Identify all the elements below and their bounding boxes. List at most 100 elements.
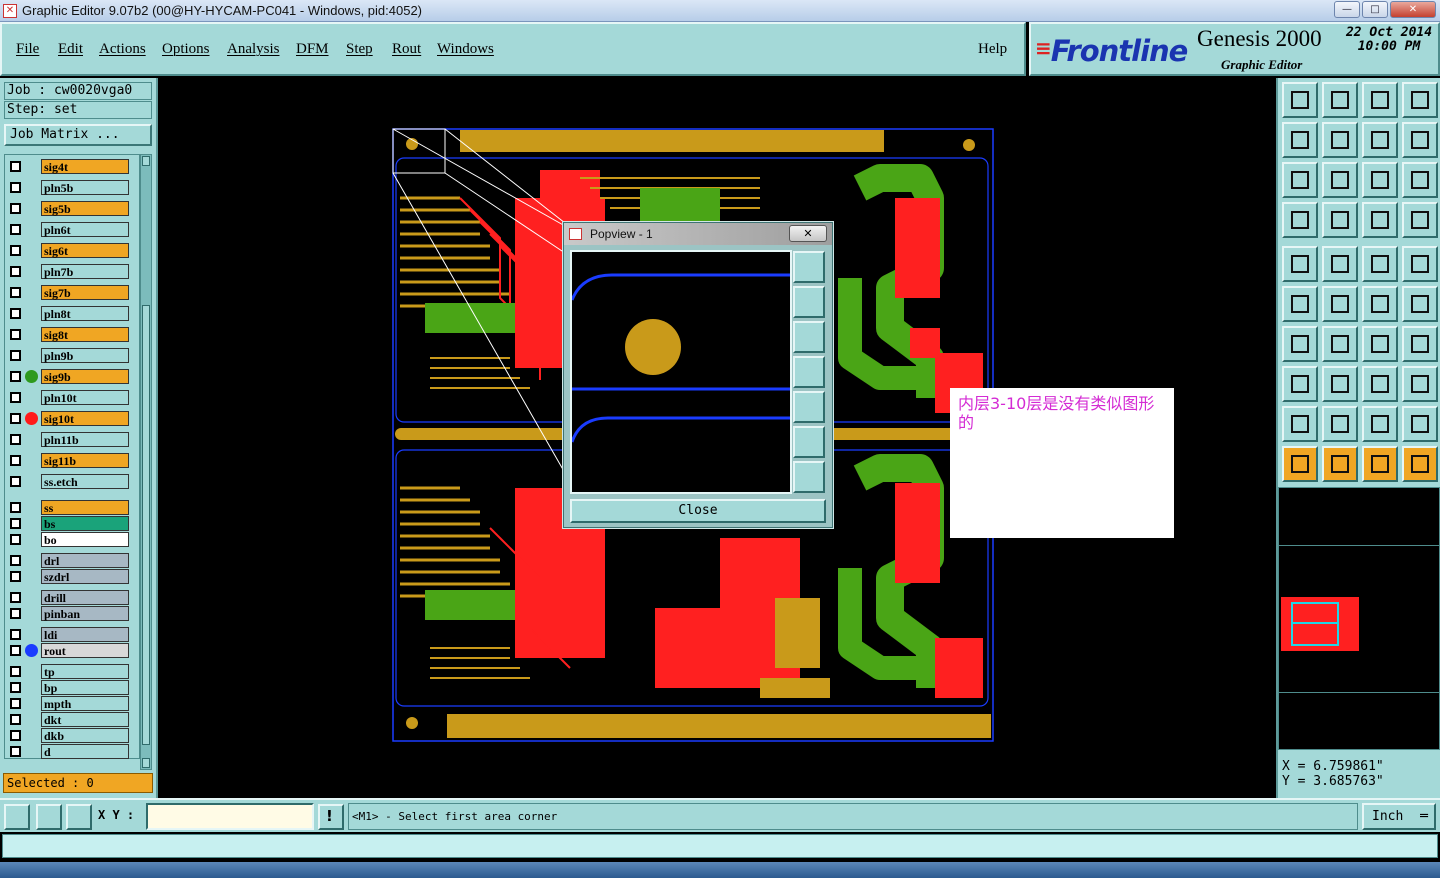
pan-up-icon[interactable] bbox=[793, 286, 825, 318]
net-icon[interactable] bbox=[1282, 286, 1318, 322]
layer-row[interactable]: pln11b bbox=[7, 432, 139, 447]
layer-name[interactable]: bp bbox=[41, 680, 129, 695]
menu-windows[interactable]: Windows bbox=[437, 41, 494, 58]
menu-rout[interactable]: Rout bbox=[392, 41, 421, 58]
rotate-icon[interactable] bbox=[1362, 122, 1398, 158]
units-selector[interactable]: Inch ═ bbox=[1362, 803, 1436, 830]
maximize-button[interactable]: □ bbox=[1362, 1, 1388, 18]
popview-close-button[interactable]: Close bbox=[570, 499, 826, 523]
info-icon[interactable]: ! bbox=[318, 804, 344, 830]
layer-name[interactable]: sig4t bbox=[41, 159, 129, 174]
triangle-cut-icon[interactable] bbox=[1402, 406, 1438, 442]
layer-name[interactable]: drl bbox=[41, 553, 129, 568]
route-icon[interactable] bbox=[1402, 446, 1438, 482]
layer-row[interactable]: mpth bbox=[7, 696, 139, 711]
fit-view-icon[interactable] bbox=[793, 426, 825, 458]
layer-row[interactable]: pln10t bbox=[7, 390, 139, 405]
zoom-fit-icon[interactable] bbox=[1282, 162, 1318, 198]
menu-options[interactable]: Options bbox=[162, 41, 210, 58]
cut-icon[interactable] bbox=[1322, 366, 1358, 402]
layer-name[interactable]: ss bbox=[41, 500, 129, 515]
select-icon[interactable] bbox=[1322, 446, 1358, 482]
layer-row[interactable]: drill bbox=[7, 590, 139, 605]
layer-checkbox[interactable] bbox=[10, 502, 21, 513]
layer-name[interactable]: mpth bbox=[41, 696, 129, 711]
layer-row[interactable]: bo bbox=[7, 532, 139, 547]
layer-row[interactable]: pln9b bbox=[7, 348, 139, 363]
split-icon[interactable] bbox=[1282, 366, 1318, 402]
text-icon[interactable] bbox=[1402, 326, 1438, 362]
layer-checkbox[interactable] bbox=[10, 224, 21, 235]
triangle-icon[interactable] bbox=[1322, 406, 1358, 442]
layer-row[interactable]: ldi bbox=[7, 627, 139, 642]
layer-name[interactable]: pln5b bbox=[41, 180, 129, 195]
layer-row[interactable]: rout bbox=[7, 643, 139, 658]
layer-name[interactable]: sig10t bbox=[41, 411, 129, 426]
layer-name[interactable]: sig6t bbox=[41, 243, 129, 258]
layer-name[interactable]: ss.etch bbox=[41, 474, 129, 489]
zoom-home-icon[interactable] bbox=[1322, 162, 1358, 198]
layer-name[interactable]: d bbox=[41, 744, 129, 759]
layer-name[interactable]: ldi bbox=[41, 627, 129, 642]
layer-checkbox[interactable] bbox=[10, 534, 21, 545]
xy-input[interactable] bbox=[146, 803, 314, 830]
layer-row[interactable]: dkt bbox=[7, 712, 139, 727]
layer-row[interactable]: sig10t bbox=[7, 411, 139, 426]
layer-checkbox[interactable] bbox=[10, 203, 21, 214]
layer-name[interactable]: sig5b bbox=[41, 201, 129, 216]
layer-name[interactable]: pln9b bbox=[41, 348, 129, 363]
open-step-icon[interactable] bbox=[1282, 82, 1318, 118]
menu-actions[interactable]: Actions bbox=[99, 41, 146, 58]
layer-checkbox[interactable] bbox=[10, 555, 21, 566]
pad-icon[interactable] bbox=[1282, 246, 1318, 282]
help-icon[interactable] bbox=[1402, 162, 1438, 198]
layer-checkbox[interactable] bbox=[10, 682, 21, 693]
layer-row[interactable]: pln8t bbox=[7, 306, 139, 321]
layer-row[interactable]: dkb bbox=[7, 728, 139, 743]
layer-row[interactable]: pinban bbox=[7, 606, 139, 621]
layer-checkbox[interactable] bbox=[10, 518, 21, 529]
layer-name[interactable]: drill bbox=[41, 590, 129, 605]
layer-row[interactable]: bp bbox=[7, 680, 139, 695]
move-icon[interactable] bbox=[1362, 286, 1398, 322]
pan-right-icon[interactable] bbox=[793, 391, 825, 423]
scale-icon[interactable] bbox=[1362, 162, 1398, 198]
layer-name[interactable]: pln7b bbox=[41, 264, 129, 279]
job-matrix-button[interactable]: Job Matrix ... bbox=[4, 124, 152, 146]
zoom-box-icon[interactable] bbox=[4, 804, 30, 830]
layer-name[interactable]: bs bbox=[41, 516, 129, 531]
layer-row[interactable]: sig5b bbox=[7, 201, 139, 216]
scroll-up-icon[interactable] bbox=[142, 156, 150, 166]
line-icon[interactable] bbox=[1322, 246, 1358, 282]
copy-icon[interactable] bbox=[1402, 286, 1438, 322]
layer-name[interactable]: sig9b bbox=[41, 369, 129, 384]
save-icon[interactable] bbox=[1322, 82, 1358, 118]
layer-checkbox[interactable] bbox=[10, 592, 21, 603]
layer-row[interactable]: ss.etch bbox=[7, 474, 139, 489]
tools-icon[interactable] bbox=[1282, 202, 1318, 238]
close-button[interactable]: ✕ bbox=[1390, 1, 1436, 18]
pan-down-icon[interactable] bbox=[793, 321, 825, 353]
layer-row[interactable]: d bbox=[7, 744, 139, 759]
layer-name[interactable]: tp bbox=[41, 664, 129, 679]
layer-checkbox[interactable] bbox=[10, 392, 21, 403]
layer-row[interactable]: sig8t bbox=[7, 327, 139, 342]
layer-name[interactable]: dkt bbox=[41, 712, 129, 727]
popview-close-x[interactable]: ✕ bbox=[789, 225, 827, 242]
layer-left-icon[interactable] bbox=[1282, 122, 1318, 158]
zoom-fit-icon[interactable] bbox=[793, 461, 825, 493]
layer-scrollbar[interactable] bbox=[140, 154, 152, 770]
measure-icon[interactable] bbox=[1362, 246, 1398, 282]
grid-icon[interactable] bbox=[1322, 202, 1358, 238]
layer-checkbox[interactable] bbox=[10, 350, 21, 361]
pattern-icon[interactable] bbox=[1402, 366, 1438, 402]
layer-checkbox[interactable] bbox=[10, 182, 21, 193]
menu-dfm[interactable]: DFM bbox=[296, 41, 329, 58]
layer-row[interactable]: sig11b bbox=[7, 453, 139, 468]
layer-checkbox[interactable] bbox=[10, 161, 21, 172]
arrow-up-icon[interactable] bbox=[1362, 406, 1398, 442]
warn-icon[interactable] bbox=[1282, 406, 1318, 442]
menu-edit[interactable]: Edit bbox=[58, 41, 83, 58]
zoom-in-icon[interactable] bbox=[793, 251, 825, 283]
layer-row[interactable]: ss bbox=[7, 500, 139, 515]
